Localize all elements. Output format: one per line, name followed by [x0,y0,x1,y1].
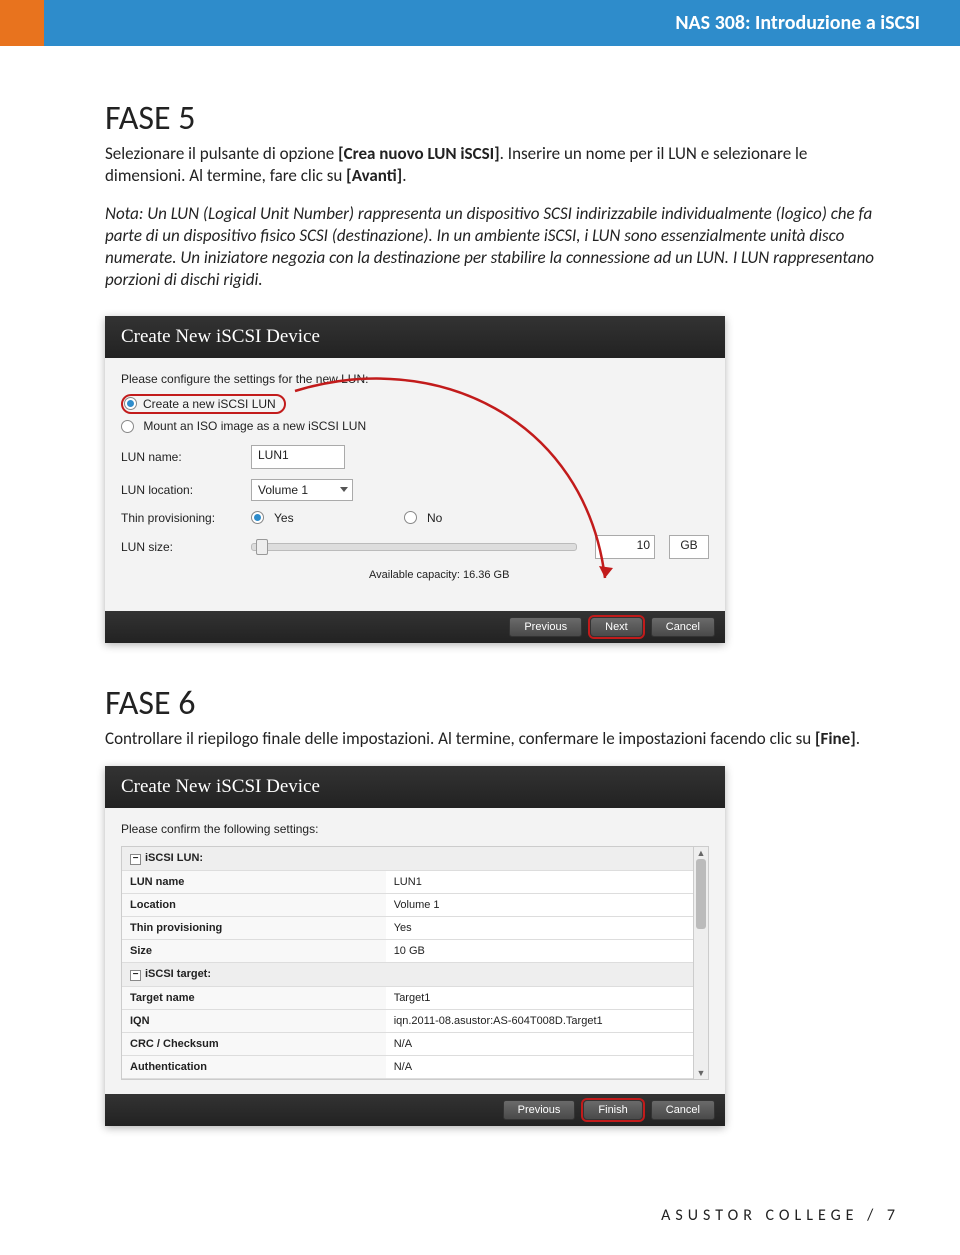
dialog2-title: Create New iSCSI Device [105,766,725,808]
lun-name-label: LUN name: [121,450,241,464]
dialog-intro: Please configure the settings for the ne… [121,372,709,386]
table-row: Size10 GB [122,939,708,962]
available-capacity: Available capacity: 16.36 GB [369,569,709,581]
radio-create-lun-highlight: Create a new iSCSI LUN [121,394,286,414]
group-iscsi-lun: −iSCSI LUN: [122,847,708,871]
radio-thin-no[interactable] [404,511,417,524]
lun-size-unit: GB [669,535,709,559]
table-row: LocationVolume 1 [122,893,708,916]
group-iscsi-target: −iSCSI target: [122,962,708,986]
summary-table: −iSCSI LUN: LUN nameLUN1 LocationVolume … [122,847,708,1079]
lun-size-input[interactable]: 10 [595,535,655,559]
header-title: NAS 308: Introduzione a iSCSI [675,11,920,35]
thin-yes-label: Yes [274,511,394,525]
radio-mount-iso[interactable] [121,420,134,433]
previous-button[interactable]: Previous [509,617,582,637]
fase6-paragraph: Controllare il riepilogo finale delle im… [105,728,875,750]
table-row: CRC / ChecksumN/A [122,1032,708,1055]
thin-prov-label: Thin provisioning: [121,511,241,525]
orange-accent [0,0,44,46]
lun-location-label: LUN location: [121,483,241,497]
scroll-down-icon[interactable]: ▼ [696,1068,706,1078]
table-row: IQNiqn.2011-08.asustor:AS-604T008D.Targe… [122,1009,708,1032]
table-row: AuthenticationN/A [122,1055,708,1078]
cancel-button[interactable]: Cancel [651,617,715,637]
radio-create-lun[interactable] [124,397,137,410]
radio-thin-yes[interactable] [251,511,264,524]
fase5-paragraph: Selezionare il pulsante di opzione [Crea… [105,143,875,187]
thin-no-label: No [427,511,442,525]
cancel-button[interactable]: Cancel [651,1100,715,1120]
summary-table-wrap: −iSCSI LUN: LUN nameLUN1 LocationVolume … [121,846,709,1080]
collapse-icon[interactable]: − [130,854,141,865]
page-footer: ASUSTOR COLLEGE / 7 [0,1186,960,1255]
next-button[interactable]: Next [590,617,643,637]
scrollbar[interactable]: ▲ ▼ [693,847,708,1079]
fase5-heading: FASE 5 [105,98,875,139]
radio-create-lun-label: Create a new iSCSI LUN [143,397,276,411]
scroll-up-icon[interactable]: ▲ [696,848,706,858]
lun-name-input[interactable]: LUN1 [251,445,345,469]
lun-size-label: LUN size: [121,540,241,554]
confirm-dialog: Create New iSCSI Device Please confirm t… [105,766,725,1126]
page-header: NAS 308: Introduzione a iSCSI [0,0,960,46]
lun-location-select[interactable]: Volume 1 [251,479,353,501]
dialog-title: Create New iSCSI Device [105,316,725,358]
table-row: Target nameTarget1 [122,986,708,1009]
dialog2-intro: Please confirm the following settings: [121,822,709,836]
table-row: Thin provisioningYes [122,916,708,939]
create-lun-dialog: Create New iSCSI Device Please configure… [105,316,725,643]
table-row: LUN nameLUN1 [122,870,708,893]
scrollbar-thumb[interactable] [696,859,706,929]
lun-size-slider[interactable] [251,537,577,557]
chevron-down-icon [340,487,348,492]
finish-button[interactable]: Finish [583,1100,642,1120]
radio-mount-iso-label: Mount an ISO image as a new iSCSI LUN [143,419,366,433]
fase5-note: Nota: Un LUN (Logical Unit Number) rappr… [105,203,875,291]
fase6-heading: FASE 6 [105,683,875,724]
collapse-icon[interactable]: − [130,970,141,981]
previous-button[interactable]: Previous [503,1100,576,1120]
